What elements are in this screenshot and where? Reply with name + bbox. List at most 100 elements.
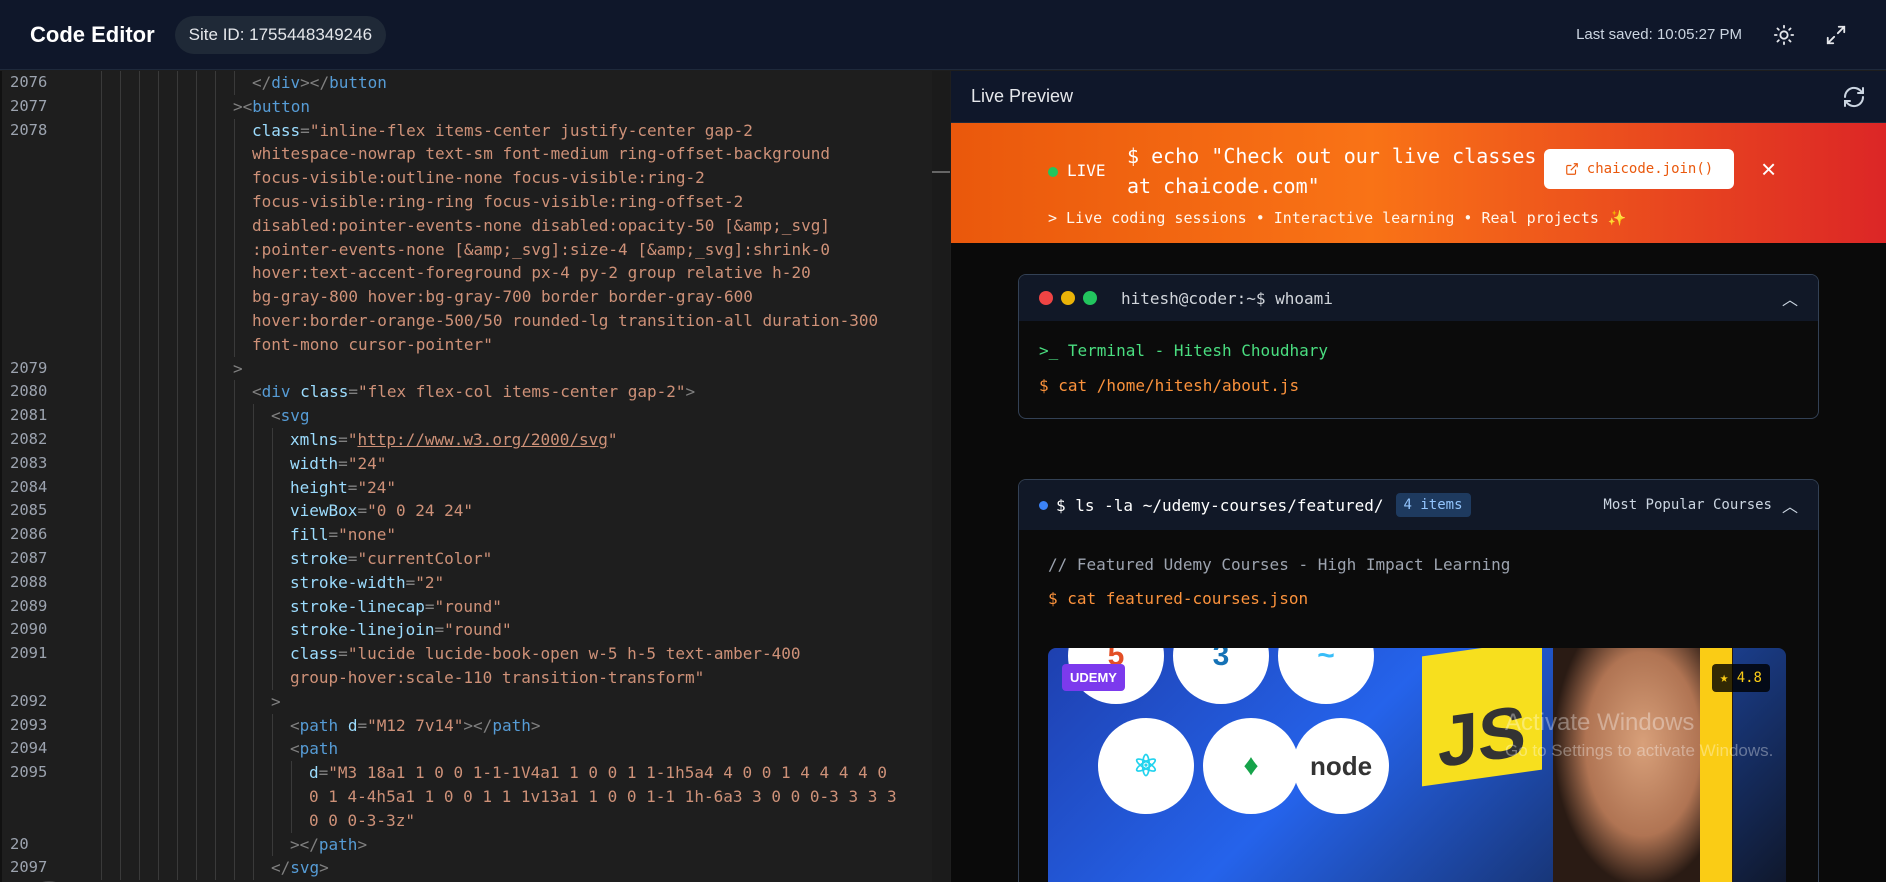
code-line[interactable]: 2082 xmlns="http://www.w3.org/2000/svg": [2, 427, 950, 452]
code-line[interactable]: 2080 <div class="flex flex-col items-cent…: [2, 380, 950, 405]
indent-guide: [158, 118, 159, 143]
code-line[interactable]: 2077 ><button: [2, 94, 950, 119]
code-text: disabled:pointer-events-none disabled:op…: [252, 214, 830, 238]
indent-guide: [234, 189, 235, 214]
indent-guide: [196, 546, 197, 571]
code-token: =: [347, 548, 358, 568]
code-text: stroke-linecap="round": [290, 595, 502, 619]
indent-guide: [158, 237, 159, 262]
code-line[interactable]: 20 ></path>: [2, 832, 950, 857]
code-editor[interactable]: 2076 </div></button 2077 ><button 2078 class=…: [0, 71, 950, 882]
code-line[interactable]: group-hover:scale-110 transition-transfo…: [2, 665, 950, 690]
indent-guide: [196, 594, 197, 619]
indent-guide: [120, 761, 121, 785]
indent-guide: [101, 308, 102, 333]
code-text: 0 1 4-4h5a1 1 0 0 1 1 1v13a1 1 0 0 1-1 1…: [309, 785, 897, 809]
indent-guide: [101, 832, 102, 857]
indent-guide: [120, 142, 121, 167]
code-line[interactable]: 2081 <svg: [2, 404, 950, 428]
code-line[interactable]: 0 0 0-3-3z": [2, 808, 950, 833]
indent-guide: [177, 142, 178, 167]
code-line[interactable]: 2085 viewBox="0 0 24 24": [2, 499, 950, 524]
code-line[interactable]: 2094 <path: [2, 737, 950, 762]
code-text: stroke-width="2": [290, 571, 444, 595]
indent-guide: [215, 832, 216, 857]
indent-guide: [177, 380, 178, 405]
line-number: [2, 785, 72, 809]
editor-scrollbar[interactable]: [932, 71, 950, 882]
code-line[interactable]: focus-visible:ring-ring focus-visible:ri…: [2, 189, 950, 214]
indent-guide: [158, 261, 159, 286]
chevron-up-icon[interactable]: ︿: [1782, 493, 1798, 517]
indent-guide: [158, 523, 159, 547]
indent-guide: [253, 689, 254, 714]
code-line[interactable]: 2092 >: [2, 689, 950, 714]
code-line[interactable]: hover:text-accent-foreground px-4 py-2 g…: [2, 261, 950, 286]
indent-guide: [196, 142, 197, 167]
code-token: "currentColor": [357, 548, 493, 568]
indent-guide: [272, 642, 273, 666]
code-line[interactable]: whitespace-nowrap text-sm font-medium ri…: [2, 142, 950, 167]
indent-guide: [253, 808, 254, 833]
indent-guide: [272, 737, 273, 762]
refresh-icon[interactable]: [1842, 85, 1866, 109]
code-token: width: [290, 453, 339, 473]
code-token: div: [261, 382, 301, 402]
code-line[interactable]: :pointer-events-none [&amp;_svg]:size-4 …: [2, 237, 950, 262]
code-line[interactable]: 2095 d="M3 18a1 1 0 0 1-1-1V4a1 1 0 0 1 1…: [2, 761, 950, 785]
indent-guide: [196, 427, 197, 452]
code-line[interactable]: 2090 stroke-linejoin="round": [2, 618, 950, 643]
indent-guide: [120, 546, 121, 571]
indent-guide: [120, 261, 121, 286]
chevron-up-icon[interactable]: ︿: [1782, 286, 1798, 310]
code-token: "M12 7v14": [367, 715, 464, 735]
code-line[interactable]: hover:border-orange-500/50 rounded-lg tr…: [2, 308, 950, 333]
code-line[interactable]: 2086 fill="none": [2, 523, 950, 547]
code-line[interactable]: 2087 stroke="currentColor": [2, 546, 950, 571]
code-token: button: [329, 73, 387, 92]
indent-guide: [234, 427, 235, 452]
code-line[interactable]: focus-visible:outline-none focus-visible…: [2, 166, 950, 190]
code-line[interactable]: 2091 class="lucide lucide-book-open w-5 h…: [2, 642, 950, 666]
code-token: stroke-linejoin: [290, 620, 435, 640]
code-line[interactable]: 2083 width="24": [2, 451, 950, 476]
close-banner-icon[interactable]: ×: [1761, 156, 1776, 182]
code-line[interactable]: bg-gray-800 hover:bg-gray-700 border bor…: [2, 285, 950, 309]
code-line[interactable]: 0 1 4-4h5a1 1 0 0 1 1 1v13a1 1 0 0 1-1 1…: [2, 784, 950, 809]
code-line[interactable]: 2097 </svg>: [2, 856, 950, 881]
code-line[interactable]: 2078 class="inline-flex items-center just…: [2, 118, 950, 143]
course-thumbnail[interactable]: ⚛ ♦ node 5 3 ~ JS UDEMY ★ 4.8: [1048, 648, 1786, 882]
code-line[interactable]: font-mono cursor-pointer": [2, 332, 950, 357]
blue-dot-icon: [1039, 500, 1048, 510]
indent-guide: [120, 475, 121, 500]
theme-toggle-button[interactable]: [1764, 15, 1804, 55]
chaicode-join-button[interactable]: chaicode.join(): [1544, 149, 1734, 189]
code-line[interactable]: 2079 >: [2, 356, 950, 381]
indent-guide: [215, 166, 216, 190]
code-line[interactable]: 2084 height="24": [2, 475, 950, 500]
code-text: hover:border-orange-500/50 rounded-lg tr…: [252, 309, 878, 333]
code-token: 0 0 0-3-3z": [309, 810, 415, 830]
indent-guide: [215, 404, 216, 428]
indent-guide: [215, 570, 216, 595]
indent-guide: [253, 856, 254, 881]
code-line[interactable]: disabled:pointer-events-none disabled:op…: [2, 213, 950, 238]
indent-guide: [139, 618, 140, 643]
code-text: font-mono cursor-pointer": [252, 333, 493, 357]
terminal-header: hitesh@coder:~$ whoami ︿: [1019, 275, 1818, 321]
indent-guide: [253, 404, 254, 428]
indent-guide: [196, 475, 197, 500]
fullscreen-button[interactable]: [1816, 15, 1856, 55]
maximize-dot-icon: [1083, 291, 1097, 305]
code-line[interactable]: 2089 stroke-linecap="round": [2, 594, 950, 619]
code-line[interactable]: 2093 <path d="M12 7v14"></path>: [2, 713, 950, 738]
code-line[interactable]: 2076 </div></button: [2, 71, 950, 95]
indent-guide: [196, 713, 197, 738]
indent-guide: [234, 523, 235, 547]
line-number: [2, 666, 72, 690]
indent-guide: [196, 166, 197, 190]
indent-guide: [177, 761, 178, 785]
indent-guide: [253, 475, 254, 500]
indent-guide: [272, 570, 273, 595]
code-line[interactable]: 2088 stroke-width="2": [2, 570, 950, 595]
